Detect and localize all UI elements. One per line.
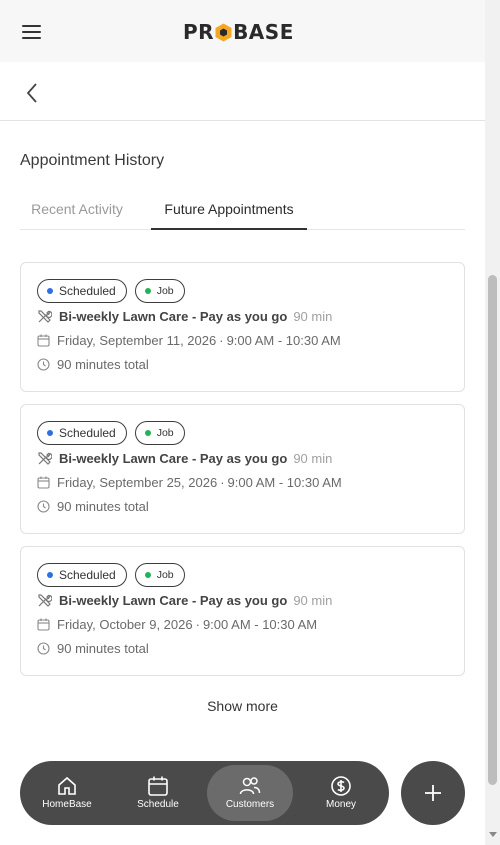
calendar-icon — [148, 776, 168, 796]
tools-icon — [38, 452, 52, 465]
menu-icon[interactable] — [22, 22, 42, 40]
clock-icon — [37, 642, 50, 655]
service-row: Bi-weekly Lawn Care - Pay as you go 90 m… — [37, 309, 332, 324]
tab-recent-activity[interactable]: Recent Activity — [20, 196, 134, 230]
show-more-button[interactable]: Show more — [20, 698, 465, 714]
appointment-card[interactable]: Scheduled Job Bi-weekly Lawn Care - Pay … — [20, 262, 465, 392]
calendar-icon — [37, 334, 50, 347]
total-row: 90 minutes total — [37, 641, 149, 656]
nav-customers[interactable]: Customers — [207, 765, 293, 821]
dollar-icon — [331, 776, 351, 796]
logo-hexagon-icon — [215, 23, 232, 42]
appointment-date: Friday, October 9, 2026 — [57, 617, 193, 632]
status-dot-icon — [47, 430, 53, 436]
status-badge: Scheduled — [37, 563, 127, 587]
back-arrow-icon[interactable] — [22, 82, 42, 104]
add-button[interactable] — [401, 761, 465, 825]
appointment-card[interactable]: Scheduled Job Bi-weekly Lawn Care - Pay … — [20, 546, 465, 676]
bottom-nav: HomeBase Schedule Customers Money — [20, 761, 389, 825]
back-row — [0, 62, 485, 121]
appointment-time: 9:00 AM - 10:30 AM — [202, 617, 318, 632]
type-badge: Job — [134, 421, 185, 445]
appointment-total: 90 minutes total — [57, 499, 149, 514]
history-tabs: Recent Activity Future Appointments — [20, 196, 465, 230]
service-duration: 90 min — [293, 309, 333, 324]
date-row: Friday, September 11, 2026 · 9:00 AM - 1… — [37, 333, 341, 348]
appointment-time: 9:00 AM - 10:30 AM — [226, 333, 341, 348]
service-duration: 90 min — [293, 451, 333, 466]
appointment-date: Friday, September 25, 2026 — [57, 475, 218, 490]
appointment-total: 90 minutes total — [57, 641, 149, 656]
probase-logo[interactable]: PR BASE — [183, 20, 294, 44]
appointment-total: 90 minutes total — [57, 357, 149, 372]
calendar-icon — [37, 476, 50, 489]
users-icon — [239, 777, 261, 795]
appointment-time: 9:00 AM - 10:30 AM — [227, 475, 342, 490]
appointment-card[interactable]: Scheduled Job Bi-weekly Lawn Care - Pay … — [20, 404, 465, 534]
tab-future-appointments[interactable]: Future Appointments — [151, 196, 307, 230]
calendar-icon — [37, 618, 50, 631]
type-dot-icon — [144, 288, 151, 294]
tools-icon — [38, 310, 52, 323]
type-badge: Job — [134, 563, 185, 587]
clock-icon — [37, 500, 50, 513]
home-icon — [58, 776, 76, 795]
service-row: Bi-weekly Lawn Care - Pay as you go 90 m… — [37, 593, 332, 608]
status-dot-icon — [47, 572, 53, 578]
nav-money[interactable]: Money — [298, 765, 384, 821]
nav-schedule[interactable]: Schedule — [115, 765, 201, 821]
date-row: Friday, September 25, 2026 · 9:00 AM - 1… — [37, 475, 342, 490]
service-row: Bi-weekly Lawn Care - Pay as you go 90 m… — [37, 451, 332, 466]
total-row: 90 minutes total — [37, 357, 149, 372]
status-badge: Scheduled — [37, 421, 127, 445]
type-dot-icon — [144, 430, 151, 436]
nav-homebase[interactable]: HomeBase — [24, 765, 110, 821]
service-duration: 90 min — [293, 593, 333, 608]
service-name: Bi-weekly Lawn Care - Pay as you go — [59, 593, 288, 608]
tools-icon — [38, 594, 52, 607]
type-dot-icon — [144, 572, 151, 578]
app-header: PR BASE — [0, 0, 485, 62]
date-row: Friday, October 9, 2026 · 9:00 AM - 10:3… — [37, 617, 317, 632]
plus-icon — [425, 785, 441, 801]
type-badge: Job — [134, 279, 185, 303]
service-name: Bi-weekly Lawn Care - Pay as you go — [59, 451, 288, 466]
scroll-thumb[interactable] — [488, 275, 497, 785]
appointment-date: Friday, September 11, 2026 — [57, 333, 217, 348]
status-dot-icon — [47, 288, 53, 294]
appointment-history-title: Appointment History — [20, 152, 165, 169]
service-name: Bi-weekly Lawn Care - Pay as you go — [59, 309, 288, 324]
status-badge: Scheduled — [37, 279, 127, 303]
vertical-scrollbar[interactable] — [485, 0, 500, 845]
total-row: 90 minutes total — [37, 499, 149, 514]
clock-icon — [37, 358, 50, 371]
scroll-down-arrow-icon[interactable] — [489, 832, 497, 837]
